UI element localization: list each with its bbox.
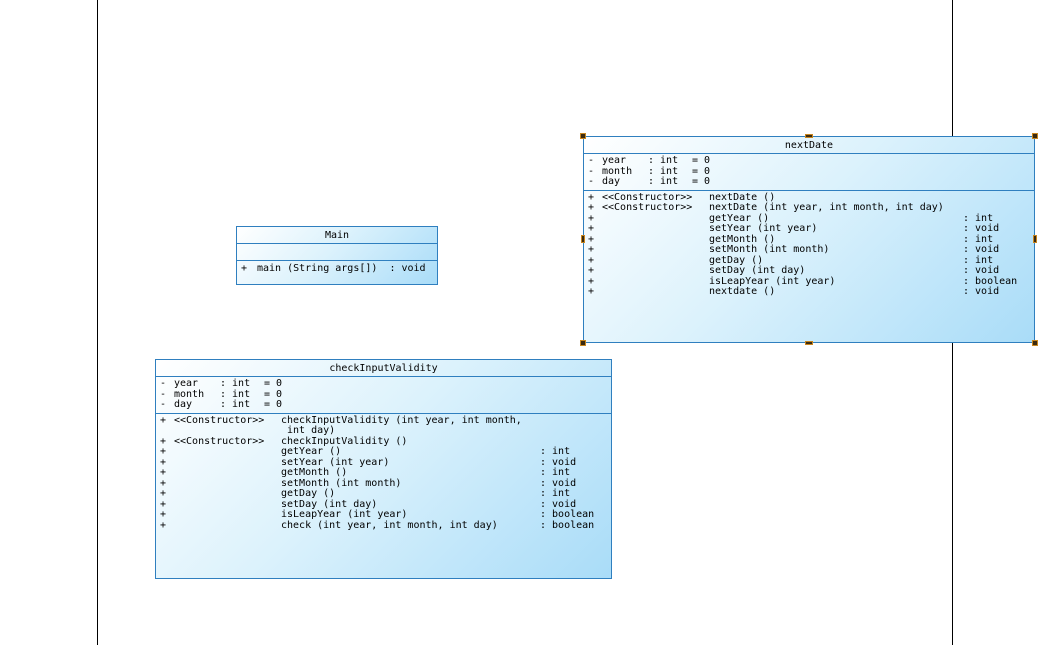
method-signature: getYear () [281,446,342,457]
class-nextdate-name: nextDate [584,137,1034,154]
return-type: : void [963,223,1000,234]
method-signature: check (int year, int month, int day) [281,519,498,531]
page-border-left [97,0,98,645]
method-row[interactable]: + nextdate () : void [588,286,1030,298]
attribute-type: : int [220,378,251,389]
class-checkinputvalidity[interactable]: checkInputValidity - year: int = 0- month: … [155,359,612,579]
method-row[interactable]: + getMonth () : int [160,467,607,479]
attribute-default: = 0 [264,378,283,389]
method-signature: setMonth (int month) [709,244,830,255]
attribute-name: year [602,155,627,166]
attribute-row[interactable]: - year : int = 0 [588,155,1030,167]
method-row[interactable]: + setYear (int year) : void [588,223,1030,235]
method-row[interactable]: + getYear () : int [160,446,607,458]
visibility: + [588,223,595,234]
method-row[interactable]: + setDay (int day) : void [588,265,1030,277]
attribute-row[interactable]: - year : int = 0 [160,378,607,390]
class-checkinputvalidity-methods: + <<Constructor>> checkInputValidity (int … [156,414,611,534]
visibility: - [160,399,167,410]
stereotype: <<Constructor>> [174,435,265,447]
selection-handle-top-left[interactable] [580,133,586,139]
selection-handle-bottom-right[interactable] [1032,340,1038,346]
method-signature: nextdate () [709,286,776,297]
stereotype: <<Constructor>> [174,414,265,426]
class-main-attributes [237,244,437,261]
method-row[interactable]: + check (int year, int month, int day) : b… [160,519,607,532]
class-main[interactable]: Main + main (String args[]) : void [236,226,438,285]
visibility: + [160,467,167,478]
method-signature: main (String args[]) : void [257,263,426,274]
attribute-default: = 0 [692,155,711,166]
visibility: + [160,509,167,520]
visibility: + [588,286,595,297]
class-nextdate-methods: + <<Constructor>> nextDate () + <<Constructo… [584,191,1034,300]
return-type: : void [963,265,1000,276]
class-main-methods: + main (String args[]) : void [237,261,437,277]
method-signature: setDay (int day) [709,265,806,276]
method-signature: isLeapYear (int year) [281,509,408,520]
visibility: - [160,378,167,389]
selection-handle-top-middle[interactable] [805,134,813,138]
visibility: + [160,519,167,531]
visibility: - [588,155,595,166]
return-type: : boolean [540,509,595,520]
return-type: : int [540,446,571,457]
method-row[interactable]: + main (String args[]) : void [241,263,433,275]
return-type: : boolean [540,519,595,531]
selection-handle-middle-left[interactable] [581,235,585,243]
visibility: + [588,244,595,255]
visibility: + [241,263,248,274]
method-row[interactable]: int day) [160,425,607,437]
method-signature: setYear (int year) [709,223,818,234]
method-signature: getMonth () [281,467,348,478]
visibility: - [588,176,595,187]
attribute-row[interactable]: - day : int = 0 [160,399,607,411]
method-signature: nextDate (int year, int month, int day) [709,202,944,213]
selection-handle-middle-right[interactable] [1033,235,1037,243]
return-type: : int [540,488,571,499]
visibility: + [588,202,595,213]
class-nextdate[interactable]: nextDate - year: int = 0- month: int = 0- day… [583,136,1035,343]
method-signature: getDay () [281,488,336,499]
return-type: : void [963,286,1000,297]
class-nextdate-attributes: - year: int = 0- month: int = 0- day: int = 0 [584,154,1034,191]
method-row[interactable]: + getDay () : int [160,488,607,500]
selection-handle-top-right[interactable] [1032,133,1038,139]
attribute-name: day [602,176,621,187]
visibility: + [160,446,167,457]
class-main-name: Main [237,227,437,244]
selection-handle-bottom-middle[interactable] [805,341,813,345]
return-type: : void [963,244,1000,255]
selection-handle-bottom-left[interactable] [580,340,586,346]
class-checkinputvalidity-name: checkInputValidity [156,360,611,377]
visibility: + [160,414,167,426]
attribute-name: day [174,399,193,410]
attribute-type: : int [648,155,679,166]
method-row[interactable]: + <<Constructor>> checkInputValidity (int … [160,414,607,427]
attribute-default: = 0 [692,176,711,187]
attribute-type: : int [220,399,251,410]
method-row[interactable]: + setMonth (int month) : void [588,244,1030,256]
visibility: + [588,265,595,276]
stereotype: <<Constructor>> [602,202,693,213]
attribute-name: year [174,378,199,389]
visibility: + [160,488,167,499]
method-row[interactable]: + isLeapYear (int year) : boolean [160,509,607,521]
class-checkinputvalidity-attributes: - year: int = 0- month: int = 0- day: int = 0 [156,377,611,414]
return-type: : int [540,467,571,478]
attribute-default: = 0 [264,399,283,410]
method-signature: int day) [281,425,336,436]
attribute-type: : int [648,176,679,187]
method-row[interactable]: + <<Constructor>> nextDate (int year, int … [588,202,1030,214]
attribute-row[interactable]: - day : int = 0 [588,176,1030,188]
